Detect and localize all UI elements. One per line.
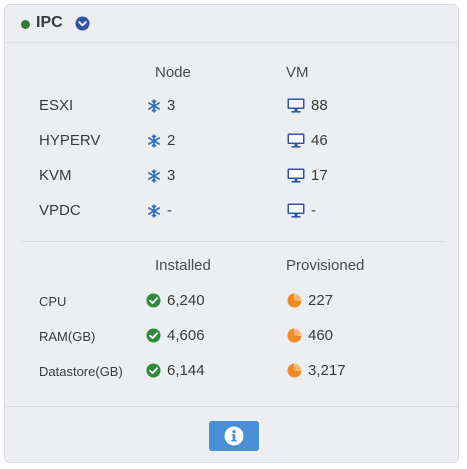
installed-column-header: Installed xyxy=(155,257,211,274)
pie-chart-icon xyxy=(287,363,308,378)
provisioned-value: 460 xyxy=(308,327,334,344)
node-count: 2 xyxy=(167,132,176,149)
check-circle-icon xyxy=(146,363,167,378)
snowflake-node-icon xyxy=(147,203,167,218)
node-count: - xyxy=(167,202,172,219)
vm-column-header: VM xyxy=(286,64,309,81)
node-count: 3 xyxy=(167,167,176,184)
provisioned-column-header: Provisioned xyxy=(286,257,365,274)
vm-count: 17 xyxy=(311,167,328,184)
resource-label: RAM(GB) xyxy=(39,329,96,344)
hypervisor-label: HYPERV xyxy=(39,132,101,149)
provisioned-cell: 3,217 xyxy=(287,362,346,379)
node-count-cell: 2 xyxy=(147,132,175,149)
provisioned-value: 227 xyxy=(308,292,334,309)
pie-chart-icon xyxy=(287,293,308,308)
vm-count: 88 xyxy=(311,97,328,114)
vm-count-cell: 88 xyxy=(287,97,328,114)
check-circle-icon xyxy=(146,293,167,308)
status-dot-icon xyxy=(21,20,30,29)
footer-divider xyxy=(5,406,458,407)
resource-label: CPU xyxy=(39,294,67,309)
installed-cell: 6,240 xyxy=(146,292,205,309)
snowflake-node-icon xyxy=(147,168,167,183)
installed-cell: 6,144 xyxy=(146,362,205,379)
check-circle-icon xyxy=(146,328,167,343)
vm-count-cell: - xyxy=(287,202,316,219)
node-count-cell: 3 xyxy=(147,167,175,184)
info-button[interactable] xyxy=(209,421,259,451)
card-header: IPC xyxy=(5,5,458,43)
monitor-icon xyxy=(287,133,311,148)
hypervisor-label: VPDC xyxy=(39,202,81,219)
installed-cell: 4,606 xyxy=(146,327,205,344)
pie-chart-icon xyxy=(287,328,308,343)
vm-count: - xyxy=(311,202,316,219)
hypervisor-label: ESXI xyxy=(39,97,74,114)
snowflake-node-icon xyxy=(147,133,167,148)
hypervisor-label: KVM xyxy=(39,167,72,184)
node-count-cell: 3 xyxy=(147,97,175,114)
snowflake-node-icon xyxy=(147,98,167,113)
vm-count-cell: 17 xyxy=(287,167,328,184)
monitor-icon xyxy=(287,98,311,113)
vm-count-cell: 46 xyxy=(287,132,328,149)
monitor-icon xyxy=(287,203,311,218)
card-title: IPC xyxy=(36,14,63,31)
resource-label: Datastore(GB) xyxy=(39,364,123,379)
provisioned-value: 3,217 xyxy=(308,362,346,379)
installed-value: 6,144 xyxy=(167,362,205,379)
chevron-down-icon[interactable] xyxy=(75,16,90,31)
installed-value: 4,606 xyxy=(167,327,205,344)
installed-value: 6,240 xyxy=(167,292,205,309)
node-column-header: Node xyxy=(155,64,191,81)
provisioned-cell: 227 xyxy=(287,292,333,309)
provisioned-cell: 460 xyxy=(287,327,333,344)
info-icon xyxy=(224,426,244,446)
section-divider xyxy=(21,241,444,242)
monitor-icon xyxy=(287,168,311,183)
vm-count: 46 xyxy=(311,132,328,149)
node-count-cell: - xyxy=(147,202,172,219)
ipc-card: IPC Node VM ESXI 3 88 HYPERV 2 46 KVM 3 17 VPDC - -… xyxy=(4,4,459,463)
node-count: 3 xyxy=(167,97,176,114)
